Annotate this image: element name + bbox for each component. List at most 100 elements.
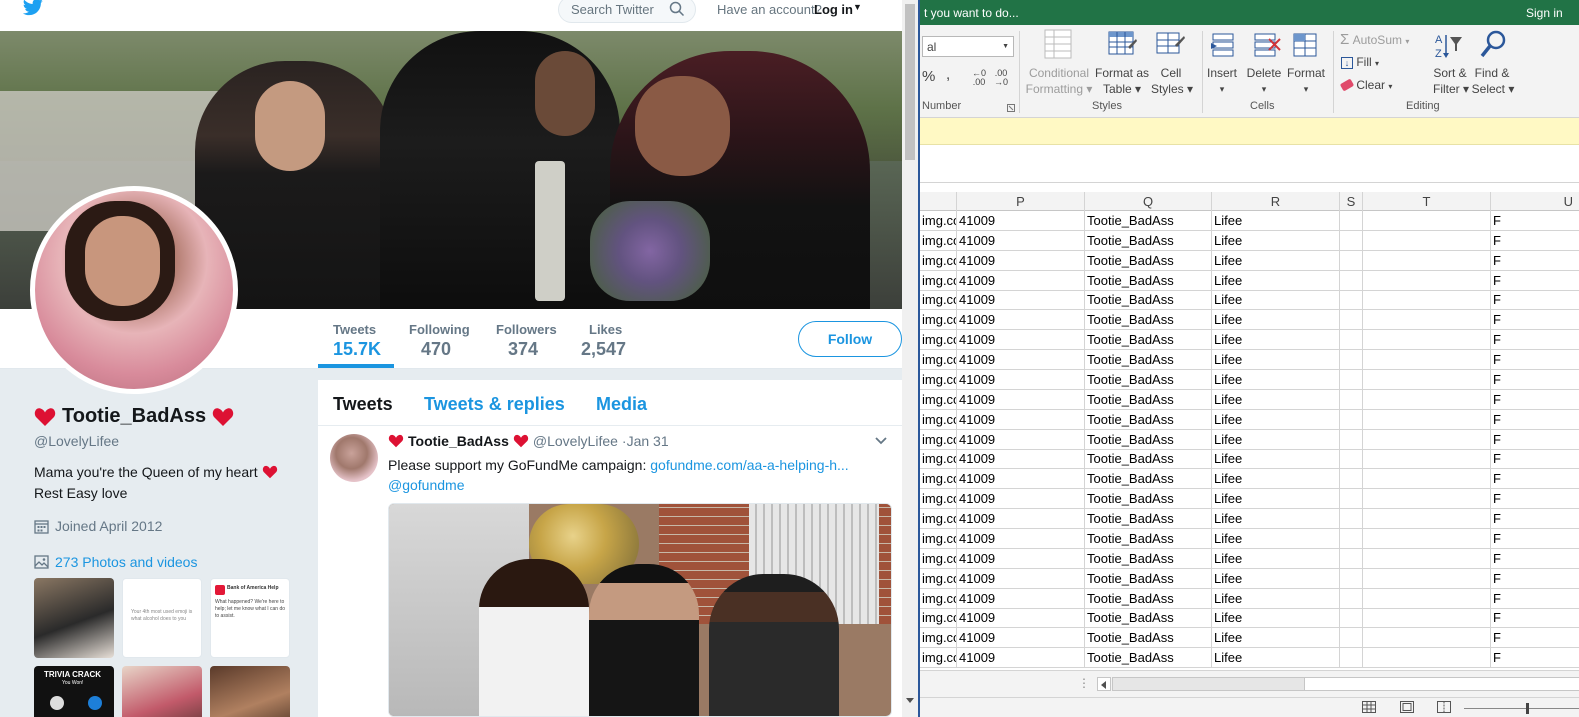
table-row[interactable]: img.co 41009 Tootie_BadAss Lifee F (920, 211, 1579, 231)
table-cell[interactable]: Lifee (1212, 330, 1340, 351)
table-cell[interactable]: 41009 (957, 608, 1085, 629)
zoom-slider-knob[interactable] (1526, 703, 1529, 714)
media-thumb-3[interactable]: Bank of America Help What happened? We'r… (210, 578, 290, 658)
table-cell[interactable] (1340, 389, 1363, 410)
media-thumb-4[interactable]: TRIVIA CRACK You Won! (34, 666, 114, 717)
table-cell[interactable] (1340, 648, 1363, 669)
table-cell[interactable]: Tootie_BadAss (1085, 588, 1212, 609)
table-cell[interactable]: img.co (920, 588, 957, 609)
sign-in-link[interactable]: Sign in (1526, 6, 1563, 20)
more-options-icon[interactable]: ⋮ (1078, 676, 1090, 690)
table-cell[interactable] (1363, 230, 1491, 251)
delete-cells-icon[interactable] (1253, 31, 1281, 59)
chevron-down-icon[interactable]: ▼ (853, 2, 862, 12)
cell-styles-label-2[interactable]: Styles ▾ (1148, 81, 1196, 97)
conditional-formatting-label-1[interactable]: Conditional (1023, 65, 1095, 81)
table-cell[interactable] (1340, 608, 1363, 629)
table-cell[interactable]: Lifee (1212, 528, 1340, 549)
table-row[interactable]: img.co 41009 Tootie_BadAss Lifee F (920, 250, 1579, 271)
column-header-s[interactable]: S (1340, 192, 1363, 211)
table-cell[interactable]: 41009 (957, 509, 1085, 530)
page-break-view-icon[interactable] (1437, 701, 1451, 713)
table-cell[interactable]: img.co (920, 270, 957, 291)
table-cell[interactable]: img.co (920, 290, 957, 311)
format-caret[interactable]: ▾ (1285, 81, 1327, 97)
table-cell[interactable] (1363, 469, 1491, 490)
table-row[interactable]: img.co 41009 Tootie_BadAss Lifee F (920, 469, 1579, 490)
table-cell[interactable]: Tootie_BadAss (1085, 330, 1212, 351)
table-row[interactable]: img.co 41009 Tootie_BadAss Lifee F (920, 369, 1579, 390)
table-cell[interactable]: Lifee (1212, 429, 1340, 450)
table-cell[interactable]: img.co (920, 608, 957, 629)
conditional-formatting-icon[interactable] (1044, 29, 1072, 59)
table-row[interactable]: img.co 41009 Tootie_BadAss Lifee F (920, 330, 1579, 351)
format-as-table-label-2[interactable]: Table ▾ (1092, 81, 1152, 97)
table-row[interactable]: img.co 41009 Tootie_BadAss Lifee F (920, 409, 1579, 430)
table-row[interactable]: img.co 41009 Tootie_BadAss Lifee F (920, 548, 1579, 569)
table-cell[interactable] (1340, 330, 1363, 351)
table-row[interactable]: img.co 41009 Tootie_BadAss Lifee F (920, 429, 1579, 450)
table-cell[interactable]: F (1491, 489, 1579, 509)
table-cell[interactable] (1363, 310, 1491, 331)
chevron-down-icon[interactable] (874, 436, 888, 446)
table-cell[interactable]: Tootie_BadAss (1085, 230, 1212, 251)
table-cell[interactable]: Lifee (1212, 389, 1340, 410)
table-cell[interactable]: 41009 (957, 409, 1085, 430)
table-cell[interactable] (1363, 509, 1491, 530)
table-cell[interactable] (1340, 350, 1363, 371)
avatar[interactable] (30, 186, 238, 394)
table-cell[interactable]: Tootie_BadAss (1085, 409, 1212, 430)
table-cell[interactable] (1340, 270, 1363, 291)
normal-view-icon[interactable] (1362, 701, 1376, 713)
table-cell[interactable]: Lifee (1212, 568, 1340, 589)
table-cell[interactable]: img.co (920, 568, 957, 589)
format-as-table-label-1[interactable]: Format as (1092, 65, 1152, 81)
table-cell[interactable]: img.co (920, 389, 957, 410)
table-row[interactable]: img.co 41009 Tootie_BadAss Lifee F (920, 489, 1579, 510)
percent-style-button[interactable]: % (922, 69, 935, 85)
table-cell[interactable]: F (1491, 290, 1579, 310)
table-cell[interactable]: Lifee (1212, 310, 1340, 331)
increase-decimal-button[interactable]: ←0.00 (970, 69, 988, 87)
table-cell[interactable] (1363, 211, 1491, 231)
media-thumb-6[interactable] (210, 666, 290, 717)
table-cell[interactable]: F (1491, 430, 1579, 450)
table-cell[interactable]: img.co (920, 509, 957, 530)
comma-style-button[interactable]: , (946, 67, 950, 83)
chevron-down-icon[interactable]: ▾ (1388, 82, 1392, 91)
table-cell[interactable]: Tootie_BadAss (1085, 290, 1212, 311)
table-cell[interactable] (1340, 310, 1363, 331)
handle[interactable]: @LovelyLifee (34, 433, 119, 449)
table-cell[interactable] (1363, 250, 1491, 271)
column-header-p[interactable]: P (957, 192, 1085, 211)
format-cells-icon[interactable] (1292, 31, 1320, 59)
table-cell[interactable]: Tootie_BadAss (1085, 489, 1212, 510)
format-as-table-icon[interactable] (1108, 29, 1138, 59)
table-cell[interactable]: Tootie_BadAss (1085, 469, 1212, 490)
table-cell[interactable]: F (1491, 549, 1579, 569)
tab-tweets[interactable]: Tweets (333, 394, 393, 415)
table-cell[interactable]: 41009 (957, 588, 1085, 609)
table-cell[interactable]: Lifee (1212, 469, 1340, 490)
zoom-slider[interactable] (1464, 708, 1579, 709)
conditional-formatting-label-2[interactable]: Formatting ▾ (1023, 81, 1095, 97)
number-format-dropdown[interactable]: al ▼ (922, 36, 1014, 57)
table-cell[interactable] (1363, 608, 1491, 629)
sort-filter-icon[interactable]: AZ (1434, 31, 1464, 61)
table-cell[interactable]: 41009 (957, 449, 1085, 470)
table-cell[interactable]: img.co (920, 409, 957, 430)
table-cell[interactable]: F (1491, 410, 1579, 430)
table-cell[interactable]: 41009 (957, 389, 1085, 410)
table-cell[interactable] (1363, 489, 1491, 510)
tweet-date[interactable]: ·Jan 31 (622, 433, 669, 449)
table-cell[interactable]: 41009 (957, 489, 1085, 510)
table-cell[interactable]: 41009 (957, 290, 1085, 311)
table-cell[interactable] (1340, 469, 1363, 490)
find-select-label-1[interactable]: Find & (1470, 65, 1514, 81)
table-cell[interactable]: Tootie_BadAss (1085, 548, 1212, 569)
table-cell[interactable]: Lifee (1212, 608, 1340, 629)
format-label[interactable]: Format (1285, 65, 1327, 81)
table-cell[interactable] (1340, 290, 1363, 311)
table-cell[interactable]: F (1491, 608, 1579, 628)
table-row[interactable]: img.co 41009 Tootie_BadAss Lifee F (920, 628, 1579, 649)
